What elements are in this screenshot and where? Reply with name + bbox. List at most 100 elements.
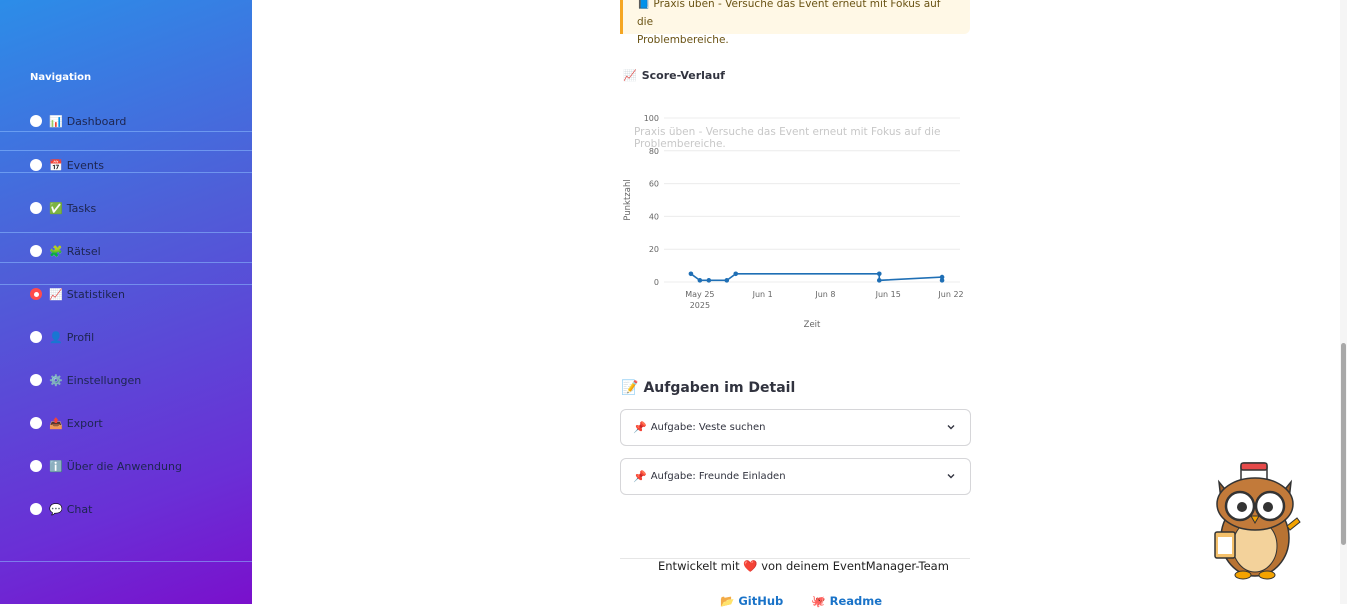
- sidebar-item-profil[interactable]: 👤 Profil: [30, 327, 94, 347]
- data-point: [697, 278, 703, 283]
- sidebar-item-export[interactable]: 📤 Export: [30, 413, 103, 433]
- sidebar-item-statistiken[interactable]: 📈 Statistiken: [30, 284, 125, 304]
- info-line-1: Praxis üben - Versuche das Event erneut …: [637, 0, 941, 28]
- y-tick-label: 20: [649, 245, 659, 254]
- scrollbar-thumb[interactable]: [1341, 343, 1346, 545]
- radio-raetsel[interactable]: [30, 245, 42, 257]
- sidebar-item-label: Chat: [66, 502, 93, 516]
- x-tick-label: Jun 8: [814, 290, 835, 299]
- x-tick-label: 2025: [690, 301, 710, 310]
- user-icon: 👤: [49, 330, 63, 344]
- y-tick-label: 40: [649, 212, 659, 221]
- footer-credit: Entwickelt mit ❤️ von deinem EventManage…: [658, 559, 949, 573]
- score-heading: 📈 Score-Verlauf: [623, 69, 725, 82]
- radio-chat[interactable]: [30, 503, 42, 515]
- render-artifact: [0, 172, 252, 173]
- folder-icon: 📂: [720, 594, 735, 608]
- y-tick-label: 80: [649, 147, 659, 156]
- sidebar-item-label: Über die Anwendung: [66, 459, 182, 473]
- calendar-icon: 📅: [49, 158, 63, 172]
- y-axis-label: Punktzahl: [623, 179, 633, 220]
- info-line-2: Problembereiche.: [637, 34, 729, 46]
- radio-dashboard[interactable]: [30, 115, 42, 127]
- trend-chart-icon: 📈: [623, 69, 637, 82]
- sidebar-item-label: Dashboard: [66, 114, 127, 128]
- radio-ueber[interactable]: [30, 460, 42, 472]
- info-callout: 📘 Praxis üben - Versuche das Event erneu…: [620, 0, 970, 46]
- export-icon: 📤: [49, 416, 63, 430]
- render-artifact: [0, 131, 252, 132]
- readme-link-label[interactable]: Readme: [830, 594, 882, 608]
- bar-chart-icon: 📊: [49, 114, 63, 128]
- radio-profil[interactable]: [30, 331, 42, 343]
- trend-chart-icon: 📈: [49, 287, 63, 301]
- sidebar-item-label: Events: [66, 158, 104, 172]
- octopus-icon: 🐙: [811, 594, 826, 608]
- y-tick-label: 60: [649, 180, 659, 189]
- pushpin-icon: 📌: [633, 421, 647, 434]
- sidebar-item-ueber[interactable]: ℹ️ Über die Anwendung: [30, 456, 182, 476]
- sidebar-title: Navigation: [30, 72, 92, 83]
- radio-einstellungen[interactable]: [30, 374, 42, 386]
- puzzle-icon: 🧩: [49, 244, 63, 258]
- footer-links: 📂 GitHub 🐙 Readme: [720, 594, 882, 608]
- task-expander-1[interactable]: 📌 Aufgabe: Veste suchen: [620, 409, 971, 446]
- chevron-down-icon[interactable]: [946, 422, 956, 432]
- owl-mascot-icon[interactable]: [1207, 460, 1303, 582]
- sidebar-item-chat[interactable]: 💬 Chat: [30, 499, 92, 519]
- radio-events[interactable]: [30, 159, 42, 171]
- speech-bubble-icon: 💬: [49, 502, 63, 516]
- chevron-down-icon[interactable]: [946, 471, 956, 481]
- checkmark-icon: ✅: [49, 201, 63, 215]
- info-icon: ℹ️: [49, 459, 63, 473]
- task-expander-2[interactable]: 📌 Aufgabe: Freunde Einladen: [620, 458, 971, 495]
- y-tick-label: 0: [654, 278, 659, 287]
- x-axis-label: Zeit: [804, 320, 821, 330]
- readme-link[interactable]: 🐙 Readme: [811, 594, 882, 608]
- data-point: [724, 278, 730, 283]
- x-tick-label: Jun 22: [937, 290, 963, 299]
- x-tick-label: Jun 1: [752, 290, 773, 299]
- data-point: [876, 271, 882, 277]
- sidebar-item-raetsel[interactable]: 🧩 Rätsel: [30, 241, 101, 261]
- task-expander-label: Aufgabe: Veste suchen: [650, 422, 766, 433]
- render-artifact: [0, 150, 252, 151]
- y-tick-label: 100: [644, 114, 659, 123]
- sidebar-item-label: Export: [66, 416, 103, 430]
- data-point: [706, 278, 712, 283]
- sidebar-item-label: Profil: [66, 330, 95, 344]
- sidebar-item-label: Tasks: [66, 201, 97, 215]
- chart-svg: 0 20 40 60 80 100 May 25 2025 Jun 1 Jun 8 Jun 15 Ju…: [623, 114, 964, 330]
- render-artifact: [0, 262, 252, 263]
- radio-statistiken[interactable]: [30, 288, 42, 300]
- score-chart[interactable]: Praxis üben - Versuche das Event erneut …: [620, 108, 972, 338]
- info-text: 📘 Praxis üben - Versuche das Event erneu…: [637, 0, 957, 49]
- sidebar: Navigation 📊 Dashboard 📅 Events ✅ Tasks …: [0, 0, 252, 604]
- radio-export[interactable]: [30, 417, 42, 429]
- data-point: [876, 278, 882, 283]
- sidebar-item-label: Rätsel: [66, 244, 101, 258]
- data-point: [939, 278, 945, 283]
- sidebar-item-einstellungen[interactable]: ⚙️ Einstellungen: [30, 370, 141, 390]
- gear-icon: ⚙️: [49, 373, 63, 387]
- data-point: [688, 271, 694, 277]
- task-expander-label: Aufgabe: Freunde Einladen: [650, 471, 786, 482]
- sidebar-item-dashboard[interactable]: 📊 Dashboard: [30, 111, 126, 131]
- sidebar-item-label: Statistiken: [66, 287, 125, 301]
- github-link[interactable]: 📂 GitHub: [720, 594, 783, 608]
- pushpin-icon: 📌: [633, 470, 647, 483]
- render-artifact: [0, 561, 252, 562]
- render-artifact: [0, 232, 252, 233]
- x-tick-label: May 25: [685, 290, 714, 299]
- info-book-icon: 📘: [637, 0, 651, 10]
- tasks-heading: 📝 Aufgaben im Detail: [621, 380, 795, 396]
- radio-tasks[interactable]: [30, 202, 42, 214]
- sidebar-item-tasks[interactable]: ✅ Tasks: [30, 198, 96, 218]
- render-artifact: [0, 284, 252, 285]
- score-heading-label: Score-Verlauf: [641, 69, 725, 82]
- data-point: [733, 271, 739, 277]
- memo-icon: 📝: [621, 380, 639, 396]
- sidebar-item-label: Einstellungen: [66, 373, 142, 387]
- x-tick-label: Jun 15: [875, 290, 901, 299]
- github-link-label[interactable]: GitHub: [738, 594, 783, 608]
